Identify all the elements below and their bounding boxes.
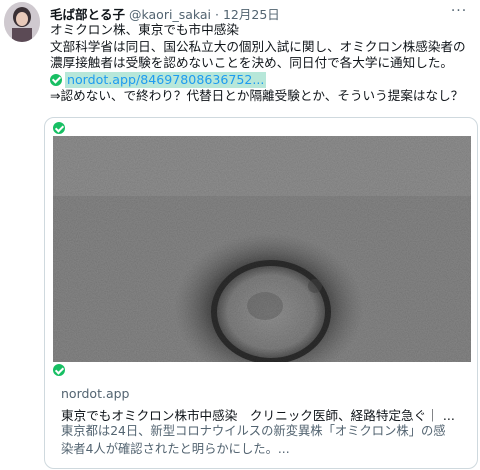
tweet-header: 毛ば部とる子 @kaori_sakai · 12月25日 [50,4,450,22]
virus-micrograph-image [53,136,471,362]
card-description: 東京都は24日、新型コロナウイルスの新変異株「オミクロン株」の感 染者4人が確認… [61,423,466,458]
card-title[interactable]: 東京でもオミクロン株市中感染 クリニック医師、経路特定急ぐ｜ ... [61,405,471,424]
link-line: nordot.app/84697808636752... [50,71,475,88]
body-line: 文部科学省は同日、国公私立大の個別入試に関し、オミクロン株感染者の [50,38,466,54]
link-preview-card[interactable]: nordot.app 東京でもオミクロン株市中感染 クリニック医師、経路特定急ぐ… [44,117,478,469]
body-line: 濃厚接触者は受験を認めないことを決め、同日付で各大学に通知した。 [50,55,453,70]
card-image[interactable] [53,136,471,362]
tweet-date[interactable]: 12月25日 [223,7,280,22]
avatar-image [4,2,40,42]
body-line: オミクロン株、東京でも市中感染 [50,22,239,37]
tweet-link[interactable]: nordot.app/84697808636752... [65,71,267,88]
check-circle-icon [50,73,62,86]
more-icon[interactable]: ··· [448,2,470,20]
check-circle-icon [53,122,65,134]
tweet-body: オミクロン株、東京でも市中感染 文部科学省は同日、国公私立大の個別入試に関し、オ… [50,22,475,105]
separator-dot: · [215,7,219,22]
user-handle[interactable]: @kaori_sakai [129,7,211,22]
tweet: 毛ば部とる子 @kaori_sakai · 12月25日 ··· オミクロン株、… [0,0,480,470]
check-circle-icon [53,364,65,376]
card-description-line: 染者4人が確認されたと明らかにした。... [61,441,290,456]
card-description-line: 東京都は24日、新型コロナウイルスの新変異株「オミクロン株」の感 [61,424,446,438]
tweet-comment: ⇒認めない、で終わり？代替日とか隔離受験とか、そういう提案はなし？ [50,88,464,103]
card-domain: nordot.app [61,386,130,401]
avatar[interactable] [4,2,40,42]
display-name[interactable]: 毛ば部とる子 [50,7,125,22]
